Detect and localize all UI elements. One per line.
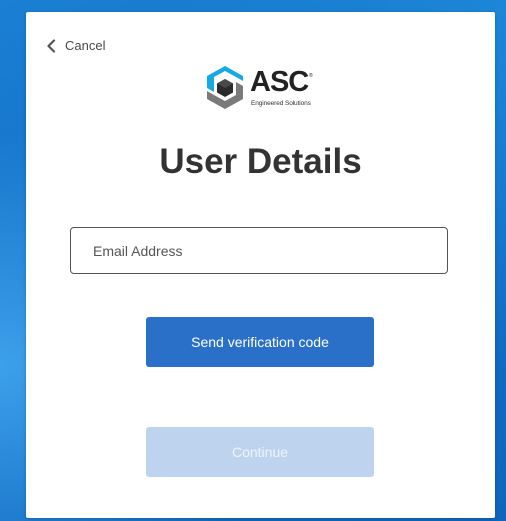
cancel-link[interactable]: Cancel	[46, 38, 105, 53]
send-verification-code-button[interactable]: Send verification code	[146, 317, 374, 367]
chevron-left-icon	[46, 38, 56, 53]
page-title: User Details	[159, 142, 362, 181]
sign-in-card: Cancel ASC ® Engineered Solutions User D…	[26, 12, 495, 518]
registered-mark: ®	[309, 73, 313, 79]
continue-button[interactable]: Continue	[146, 427, 374, 477]
logo-tagline: Engineered Solutions	[251, 100, 311, 107]
email-field[interactable]	[70, 227, 448, 274]
cancel-label: Cancel	[65, 38, 106, 53]
asc-logo: ASC ® Engineered Solutions	[202, 64, 320, 112]
logo-wordmark: ASC	[250, 66, 309, 98]
